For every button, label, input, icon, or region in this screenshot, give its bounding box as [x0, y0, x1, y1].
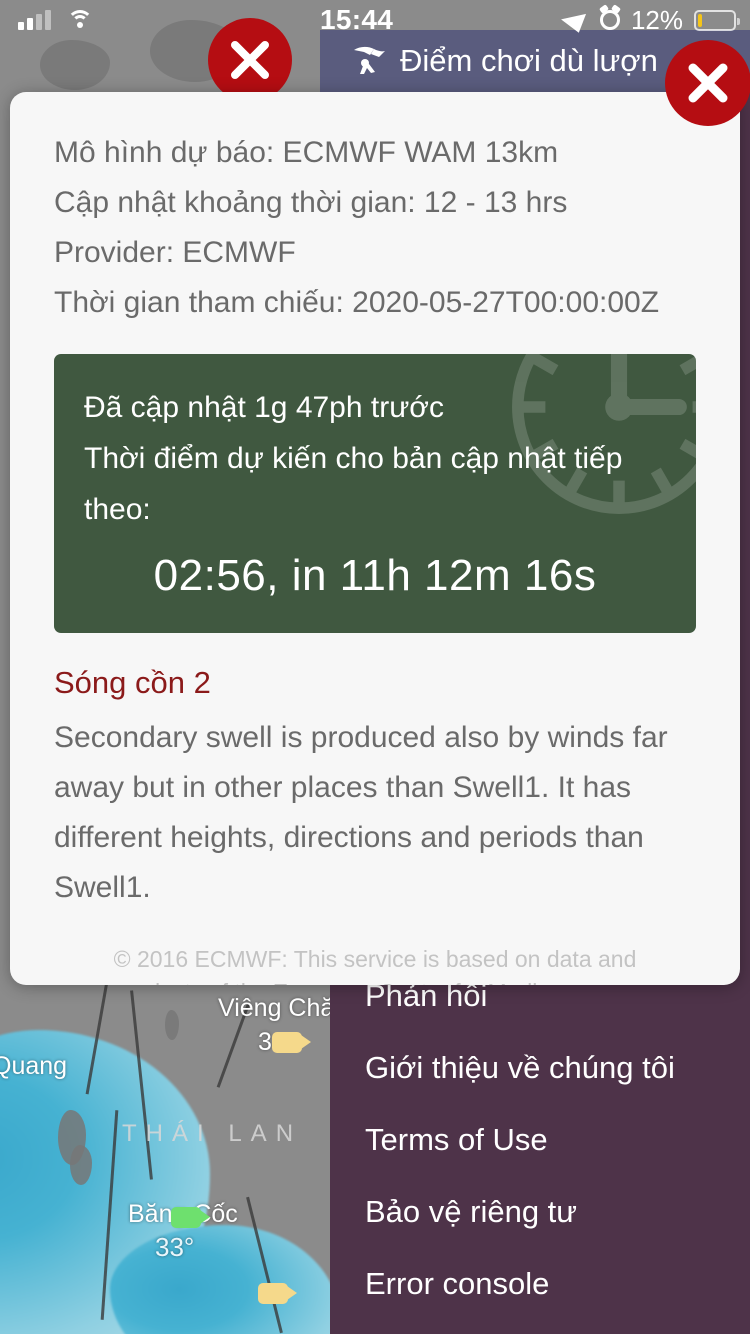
webcam-icon[interactable]	[171, 1207, 210, 1228]
next-update-countdown: 02:56, in 11h 12m 16s	[153, 551, 597, 600]
battery-icon	[694, 9, 740, 31]
menu-item-terms-of-use[interactable]: Terms of Use	[330, 1104, 750, 1176]
map-country-label: THÁI LAN	[122, 1120, 303, 1147]
updated-ago-text: Đã cập nhật 1g 47ph trước	[84, 391, 444, 424]
copyright-notice: © 2016 ECMWF: This service is based on d…	[113, 946, 637, 985]
status-bar-clock: 15:44	[320, 4, 394, 35]
next-update-label-line2: theo:	[84, 493, 151, 526]
webcam-icon[interactable]	[258, 1283, 297, 1304]
map-webcam-badge[interactable]: 3	[258, 1028, 311, 1057]
update-status-box: Đã cập nhật 1g 47ph trước Thời điểm dự k…	[54, 354, 696, 633]
paraglider-icon	[354, 46, 385, 74]
battery-percentage: 12%	[630, 4, 683, 35]
map-city-label[interactable]: Viêng Chă	[218, 994, 334, 1023]
map-temperature-label: 33°	[155, 1232, 195, 1262]
meta-reference-time: Thời gian tham chiếu: 2020-05-27T00:00:0…	[54, 286, 660, 319]
menu-item-about-us[interactable]: Giới thiệu về chúng tôi	[330, 1032, 750, 1104]
alarm-clock-icon	[599, 10, 620, 30]
status-bar: 15:44 12%	[0, 0, 750, 40]
map-city-label[interactable]: Quang	[0, 1052, 67, 1081]
location-arrow-icon	[561, 7, 595, 33]
signal-bars-icon	[18, 10, 51, 30]
map-lake	[165, 1010, 179, 1040]
menu-item-privacy[interactable]: Bảo vệ riêng tư	[330, 1176, 750, 1248]
status-bar-left	[0, 10, 320, 30]
close-button-primary[interactable]	[665, 40, 750, 126]
meta-provider: Provider: ECMWF	[54, 236, 296, 269]
swell-description: Secondary swell is produced also by wind…	[54, 721, 668, 904]
meta-model: Mô hình dự báo: ECMWF WAM 13km	[54, 136, 559, 169]
next-update-label-line1: Thời điểm dự kiến cho bản cập nhật tiếp	[84, 442, 623, 475]
meta-update-interval: Cập nhật khoảng thời gian: 12 - 13 hrs	[54, 186, 568, 219]
wifi-icon	[67, 10, 93, 30]
webcam-icon	[271, 1032, 311, 1053]
swell-section-title: Sóng cồn 2	[54, 665, 211, 700]
status-bar-right: 12%	[460, 5, 750, 36]
close-icon	[231, 41, 269, 79]
phone-screen: Viêng Chă 3 Quang THÁI LAN Băng Cốc 33° …	[0, 0, 750, 1334]
close-icon	[688, 63, 728, 103]
map-lake	[40, 40, 110, 90]
app-header-title: Điểm chơi dù lượn	[400, 43, 658, 78]
menu-item-error-console[interactable]: Error console	[330, 1248, 750, 1320]
forecast-info-modal: Mô hình dự báo: ECMWF WAM 13km Cập nhật …	[10, 92, 740, 985]
